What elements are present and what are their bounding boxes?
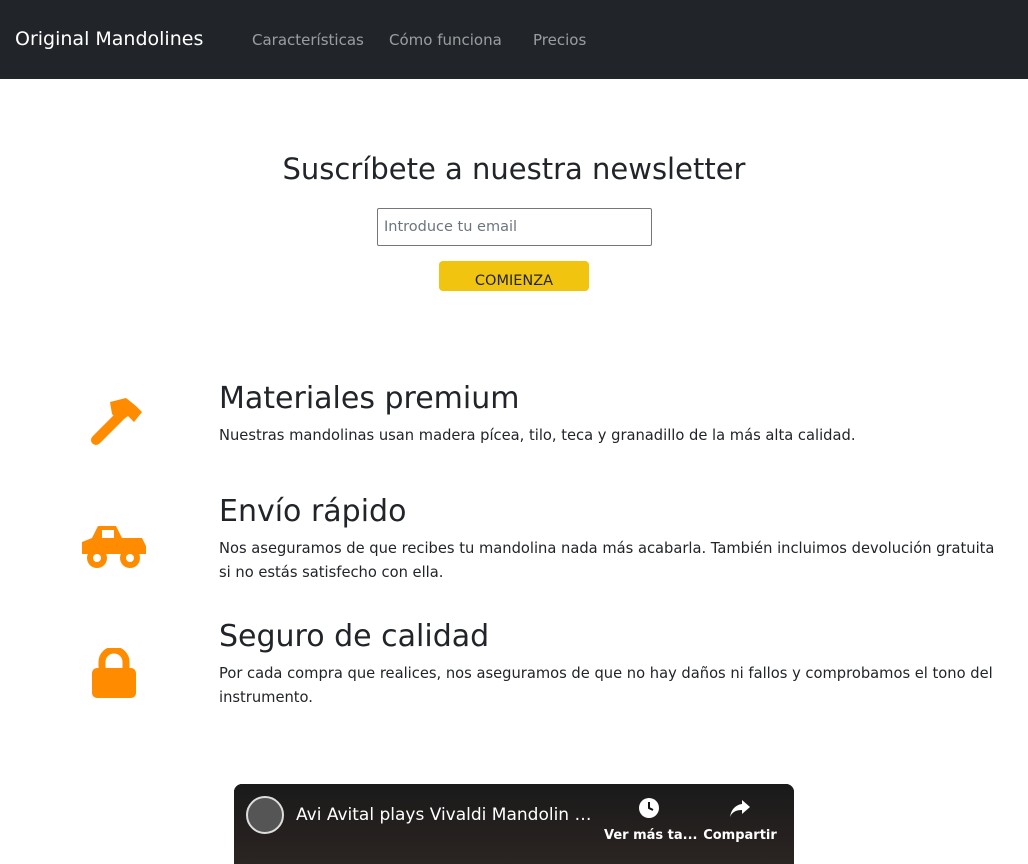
feature-heading-envio: Envío rápido xyxy=(219,494,407,529)
nav-link-como-funciona[interactable]: Cómo funciona xyxy=(389,31,502,49)
feature-text-seguro: Por cada compra que realices, nos asegur… xyxy=(219,665,993,706)
watch-later-label: Ver más ta... xyxy=(604,828,698,843)
nav-link-precios[interactable]: Precios xyxy=(533,31,586,49)
truck-icon xyxy=(82,524,146,574)
subscribe-button[interactable]: COMIENZA xyxy=(439,261,589,291)
watch-later-button[interactable]: Ver más ta... xyxy=(604,796,698,843)
hammer-icon xyxy=(84,396,144,452)
share-label: Compartir xyxy=(703,828,777,843)
feature-heading-seguro: Seguro de calidad xyxy=(219,619,490,654)
video-title[interactable]: Avi Avital plays Vivaldi Mandolin Co... xyxy=(296,805,596,825)
feature-text-envio: Nos aseguramos de que recibes tu mandoli… xyxy=(219,540,995,581)
email-input[interactable] xyxy=(377,208,652,246)
channel-avatar[interactable] xyxy=(246,796,284,834)
lock-icon xyxy=(92,646,136,702)
share-button[interactable]: Compartir xyxy=(695,796,785,843)
clock-icon xyxy=(639,798,659,818)
feature-text-materiales: Nuestras mandolinas usan madera pícea, t… xyxy=(219,427,856,444)
feature-heading-materiales: Materiales premium xyxy=(219,381,520,416)
newsletter-title: Suscríbete a nuestra newsletter xyxy=(282,152,746,186)
nav-link-caracteristicas[interactable]: Características xyxy=(252,31,364,49)
navbar: Original Mandolines Características Cómo… xyxy=(0,0,1028,79)
share-icon xyxy=(730,800,750,817)
youtube-video-embed[interactable]: Avi Avital plays Vivaldi Mandolin Co... … xyxy=(234,784,794,864)
brand-logo[interactable]: Original Mandolines xyxy=(15,28,203,50)
